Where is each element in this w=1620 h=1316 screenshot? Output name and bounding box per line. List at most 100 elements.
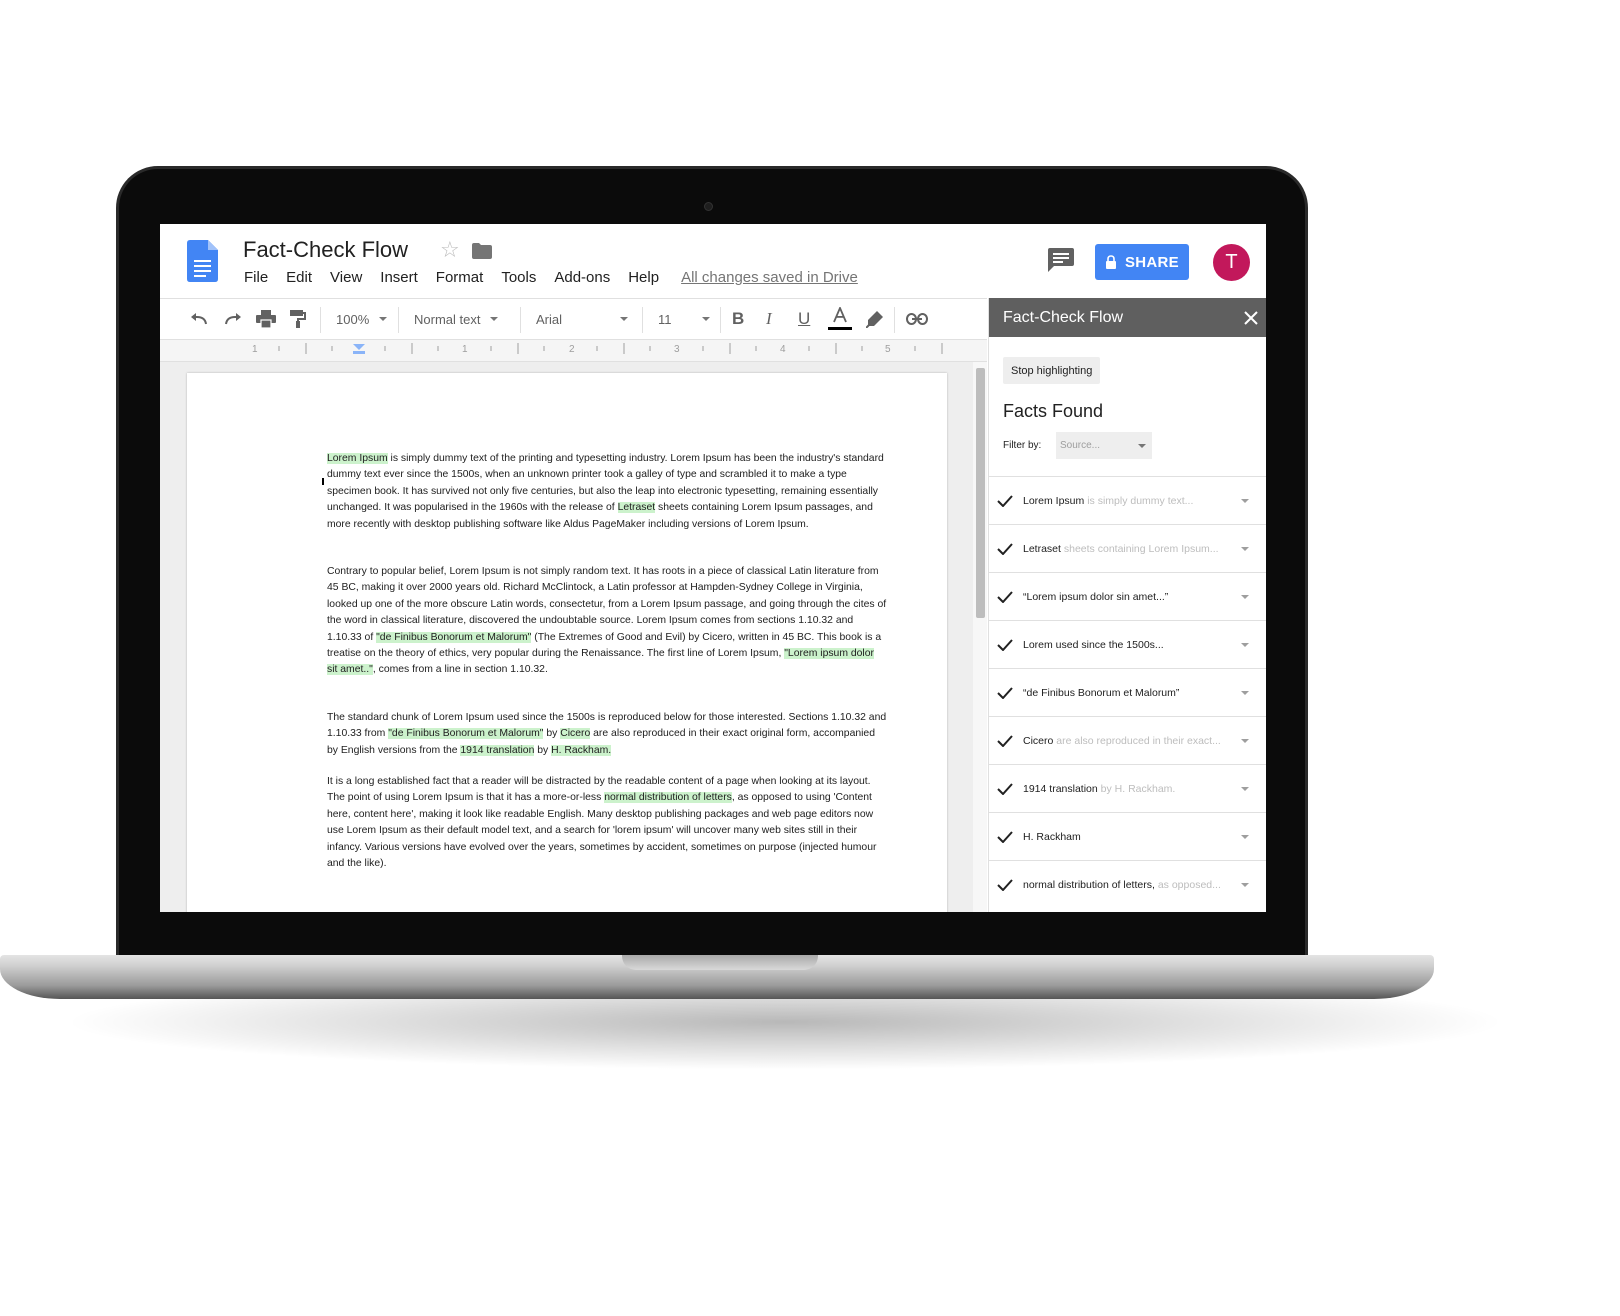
chevron-down-icon[interactable] [1241, 739, 1249, 743]
fact-item[interactable]: Lorem Ipsum is simply dummy text... [989, 476, 1266, 524]
ruler[interactable]: 1 1 2 3 4 5 [160, 340, 987, 362]
menu-insert[interactable]: Insert [380, 269, 418, 286]
paragraph-1[interactable]: Lorem Ipsum is simply dummy text of the … [327, 451, 887, 533]
chevron-down-icon [1138, 444, 1146, 448]
check-icon[interactable] [997, 591, 1013, 603]
avatar[interactable]: T [1213, 244, 1250, 281]
folder-icon[interactable] [472, 243, 492, 259]
check-icon[interactable] [997, 687, 1013, 699]
fact-item[interactable]: H. Rackham [989, 812, 1266, 860]
fact-context: by H. Rackham. [1097, 782, 1176, 795]
chevron-down-icon[interactable] [1241, 691, 1249, 695]
paragraph-3[interactable]: The standard chunk of Lorem Ipsum used s… [327, 710, 887, 759]
fact-text: Lorem Ipsum is simply dummy text... [1023, 495, 1233, 507]
ruler-number: 1 [252, 344, 258, 355]
print-button[interactable] [256, 299, 276, 339]
menu-format[interactable]: Format [436, 269, 484, 286]
font-select[interactable]: Arial [536, 299, 628, 339]
paint-format-icon [290, 310, 306, 328]
chevron-down-icon[interactable] [1241, 787, 1249, 791]
highlighted-fact[interactable]: "de Finibus Bonorum et Malorum" [376, 631, 532, 643]
highlighted-fact[interactable]: Letraset [617, 502, 656, 514]
comments-icon[interactable] [1048, 248, 1074, 272]
menu-bar: File Edit View Insert Format Tools Add-o… [244, 269, 876, 286]
bold-button[interactable]: B [732, 299, 744, 339]
highlighted-fact[interactable]: normal distribution of letters [604, 792, 732, 804]
check-icon[interactable] [997, 879, 1013, 891]
stop-highlighting-button[interactable]: Stop highlighting [1003, 357, 1101, 384]
fact-main: 1914 translation [1023, 782, 1098, 795]
body-text: by [543, 728, 561, 740]
docs-logo-icon[interactable] [187, 240, 218, 282]
fact-item[interactable]: Lorem used since the 1500s... [989, 620, 1266, 668]
style-select[interactable]: Normal text [414, 299, 499, 339]
highlighted-fact[interactable]: H. Rackham. [551, 744, 612, 756]
highlight-button[interactable] [866, 299, 884, 339]
fact-item[interactable]: 1914 translation by H. Rackham. [989, 764, 1266, 812]
italic-icon: I [766, 309, 772, 328]
ruler-scale: 1 1 2 3 4 5 [252, 343, 943, 355]
ruler-number: 1 [462, 344, 468, 355]
menu-view[interactable]: View [330, 269, 362, 286]
share-button[interactable]: SHARE [1095, 244, 1189, 280]
check-icon[interactable] [997, 783, 1013, 795]
menu-help[interactable]: Help [628, 269, 659, 286]
text-color-button[interactable] [828, 299, 852, 339]
chevron-down-icon[interactable] [1241, 643, 1249, 647]
facts-found-heading: Facts Found [1003, 401, 1104, 421]
laptop-shadow [60, 990, 1510, 1070]
docs-screen: Fact-Check Flow ☆ File Edit View Insert … [160, 224, 1266, 912]
menu-tools[interactable]: Tools [501, 269, 536, 286]
highlighted-fact[interactable]: Cicero [560, 728, 591, 740]
check-icon[interactable] [997, 495, 1013, 507]
zoom-select[interactable]: 100% [336, 299, 388, 339]
check-icon[interactable] [997, 639, 1013, 651]
fact-main: Letraset [1023, 542, 1061, 555]
scrollbar-thumb[interactable] [976, 368, 985, 618]
paint-format-button[interactable] [290, 299, 306, 339]
document-title[interactable]: Fact-Check Flow [243, 237, 408, 263]
chevron-down-icon[interactable] [1241, 835, 1249, 839]
underline-icon: U [798, 309, 811, 328]
chevron-down-icon[interactable] [1241, 499, 1249, 503]
fact-item[interactable]: Letraset sheets containing Lorem Ipsum..… [989, 524, 1266, 572]
insert-link-button[interactable] [906, 299, 928, 339]
highlighted-fact[interactable]: 1914 translation [460, 744, 535, 756]
redo-icon [225, 313, 241, 325]
highlighted-fact[interactable]: "de Finibus Bonorum et Malorum" [388, 728, 544, 740]
fact-item[interactable]: normal distribution of letters, as oppos… [989, 860, 1266, 908]
redo-button[interactable] [224, 299, 242, 339]
document-canvas: Lorem Ipsum is simply dummy text of the … [160, 362, 987, 912]
fact-text: H. Rackham [1023, 831, 1233, 843]
saved-status-link[interactable]: All changes saved in Drive [681, 269, 858, 286]
ruler-number: 3 [674, 344, 680, 355]
underline-button[interactable]: U [798, 299, 810, 339]
fact-item[interactable]: Cicero are also reproduced in their exac… [989, 716, 1266, 764]
fact-context: as opposed... [1154, 878, 1221, 891]
check-icon[interactable] [997, 543, 1013, 555]
fact-check-panel: Fact-Check Flow Stop highlighting Facts … [988, 298, 1266, 912]
highlighted-fact[interactable]: Lorem Ipsum [327, 453, 388, 464]
document-scrollbar[interactable] [973, 362, 987, 912]
font-size-select[interactable]: 11 [658, 299, 713, 339]
menu-addons[interactable]: Add-ons [554, 269, 610, 286]
check-icon[interactable] [997, 831, 1013, 843]
star-icon[interactable]: ☆ [440, 239, 460, 261]
check-icon[interactable] [997, 735, 1013, 747]
menu-edit[interactable]: Edit [286, 269, 312, 286]
undo-button[interactable] [190, 299, 208, 339]
menu-file[interactable]: File [244, 269, 268, 286]
source-filter-select[interactable]: Source... [1056, 432, 1152, 459]
fact-item[interactable]: “de Finibus Bonorum et Malorum” [989, 668, 1266, 716]
chevron-down-icon[interactable] [1241, 547, 1249, 551]
fact-item[interactable]: “Lorem ipsum dolor sin amet...” [989, 572, 1266, 620]
paragraph-4[interactable]: It is a long established fact that a rea… [327, 774, 887, 872]
ruler-number: 5 [885, 344, 891, 355]
close-icon[interactable] [1244, 311, 1258, 325]
chevron-down-icon[interactable] [1241, 883, 1249, 887]
italic-button[interactable]: I [766, 299, 772, 339]
undo-icon [191, 313, 207, 325]
document-page[interactable]: Lorem Ipsum is simply dummy text of the … [187, 373, 947, 912]
chevron-down-icon[interactable] [1241, 595, 1249, 599]
paragraph-2[interactable]: Contrary to popular belief, Lorem Ipsum … [327, 564, 887, 679]
